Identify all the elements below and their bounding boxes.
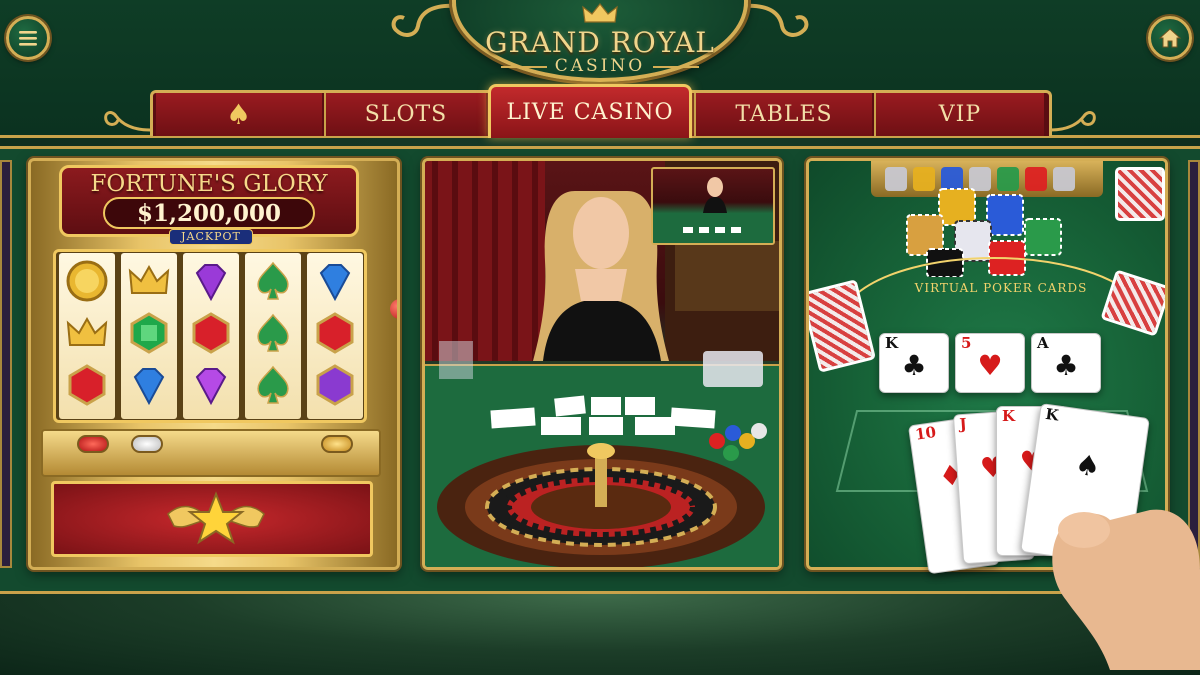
- card-rank: J: [958, 414, 968, 434]
- jackpot-label: JACKPOT: [169, 229, 253, 245]
- slot-game-card[interactable]: FORTUNE'S GLORY $1,200,000 JACKPOT: [28, 158, 400, 570]
- slot-red-button[interactable]: [77, 435, 109, 453]
- live-dealer-preview-thumbnail[interactable]: [651, 167, 775, 245]
- tab-spade[interactable]: ♠: [156, 93, 322, 136]
- live-casino-card[interactable]: [422, 158, 782, 570]
- ornament-scroll-left: [391, 3, 459, 37]
- community-card-1: K ♣: [879, 333, 949, 393]
- home-button[interactable]: [1148, 16, 1192, 60]
- sapphire-icon: [319, 264, 351, 302]
- carousel-prev-peek[interactable]: [0, 160, 12, 568]
- hamburger-menu-icon: [19, 31, 37, 46]
- home-icon: [1159, 28, 1181, 48]
- deck-of-cards: [1115, 167, 1165, 221]
- tab-label: TABLES: [735, 102, 833, 127]
- tab-live-casino[interactable]: LIVE CASINO: [488, 84, 692, 138]
- ornament-scroll-right: [741, 3, 809, 37]
- bottom-backdrop: [0, 594, 1200, 675]
- reel-2: [121, 253, 177, 419]
- reel-4: [245, 253, 301, 419]
- emerald-icon: [130, 312, 168, 354]
- green-spade-icon: [257, 365, 289, 404]
- tab-label: LIVE CASINO: [506, 100, 674, 125]
- community-card-3: A ♣: [1031, 333, 1101, 393]
- poker-table-label: VIRTUAL POKER CARDS: [914, 281, 1088, 295]
- slot-game-title: FORTUNE'S GLORY: [90, 171, 328, 197]
- gold-coin-icon: [66, 260, 108, 302]
- amethyst-icon: [195, 368, 227, 406]
- card-suit: ♣: [1053, 349, 1079, 383]
- card-rank: 10: [913, 422, 938, 444]
- tab-ornament-right: [1049, 111, 1096, 132]
- crown-icon: [582, 3, 618, 23]
- slot-base-panel: [51, 481, 373, 557]
- community-card-2: 5 ♥: [955, 333, 1025, 393]
- sapphire-icon: [133, 368, 165, 406]
- reel-5: [307, 253, 363, 419]
- tab-label: SLOTS: [364, 102, 448, 127]
- tab-ornament-left: [104, 111, 151, 132]
- tab-tables[interactable]: TABLES: [694, 93, 872, 136]
- card-rank: K: [1002, 407, 1016, 425]
- brand-title: GRAND ROYAL: [485, 26, 715, 59]
- ruby-icon: [192, 312, 230, 354]
- reel-3: [183, 253, 239, 419]
- crown-symbol-icon: [128, 264, 170, 294]
- card-rank: K: [1044, 404, 1060, 425]
- ruby-icon: [316, 312, 354, 354]
- brand-subtitle: CASINO: [452, 56, 748, 76]
- tab-label: VIP: [938, 102, 982, 127]
- tab-vip[interactable]: VIP: [874, 93, 1044, 136]
- dealer-thumbnail-art: [653, 177, 773, 243]
- jackpot-amount: $1,200,000: [103, 197, 315, 229]
- green-spade-icon: [257, 261, 289, 300]
- slot-lever-knob[interactable]: [390, 299, 397, 319]
- card-suit: ♥: [977, 349, 1003, 383]
- menu-button[interactable]: [6, 16, 50, 60]
- player-hand-art: [1052, 509, 1200, 670]
- amethyst-icon: [316, 364, 354, 406]
- tab-slots[interactable]: SLOTS: [324, 93, 486, 136]
- ruby-icon: [68, 364, 106, 406]
- slot-gold-button[interactable]: [321, 435, 353, 453]
- spade-icon: ♠: [225, 98, 253, 131]
- reel-1: [59, 253, 115, 419]
- green-spade-icon: [257, 313, 289, 352]
- slot-white-button[interactable]: [131, 435, 163, 453]
- winged-star-emblem-icon: [167, 491, 265, 545]
- crown-symbol-icon: [66, 316, 108, 346]
- slot-lever[interactable]: [397, 311, 400, 431]
- card-suit: ♣: [901, 349, 927, 383]
- amethyst-icon: [195, 264, 227, 302]
